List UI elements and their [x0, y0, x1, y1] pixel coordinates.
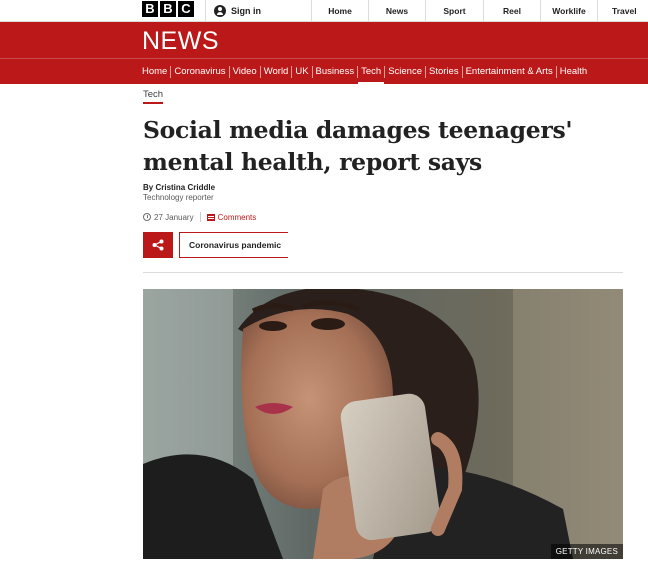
user-icon: [214, 5, 226, 17]
top-nav-travel[interactable]: Travel: [597, 0, 648, 22]
section-science[interactable]: Science: [385, 59, 425, 85]
article-hero-image: GETTY IMAGES: [143, 289, 623, 559]
headline-line-2: mental health, report says: [143, 148, 482, 176]
image-credit: GETTY IMAGES: [550, 544, 623, 559]
publish-date: 27 January: [154, 212, 194, 222]
comment-icon[interactable]: [206, 213, 215, 221]
logo-letter-b1: B: [142, 1, 158, 17]
top-nav-sport[interactable]: Sport: [425, 0, 483, 22]
section-tech[interactable]: Tech: [358, 59, 385, 85]
section-video[interactable]: Video: [230, 59, 260, 85]
top-nav-reel[interactable]: Reel: [483, 0, 540, 22]
section-health[interactable]: Health: [557, 59, 590, 85]
bbc-logo[interactable]: B B C: [142, 1, 194, 17]
article-meta: 27 January Comments: [143, 212, 256, 222]
meta-divider: [199, 212, 201, 222]
section-world[interactable]: World: [261, 59, 292, 85]
author-role: Technology reporter: [143, 193, 214, 202]
section-business[interactable]: Business: [313, 59, 358, 85]
top-nav-home[interactable]: Home: [311, 0, 368, 22]
bbc-masthead: B B C Sign in Home News Sport Reel Workl…: [0, 0, 648, 22]
news-logo[interactable]: NEWS: [142, 27, 219, 55]
article-section-tag[interactable]: Tech: [143, 89, 164, 104]
share-icon: [152, 239, 164, 251]
share-button[interactable]: [143, 232, 173, 258]
news-banner: NEWS: [0, 22, 648, 58]
author-byline: By Cristina Criddle: [143, 183, 216, 192]
topic-button[interactable]: Coronavirus pandemic: [179, 232, 288, 258]
teenager-phone-photo: [143, 289, 623, 559]
sign-in-link[interactable]: Sign in: [205, 0, 311, 22]
section-entertainment-arts[interactable]: Entertainment & Arts: [463, 59, 556, 85]
section-nav: Home Coronavirus Video World UK Business…: [0, 58, 648, 85]
logo-letter-b2: B: [160, 1, 176, 17]
section-stories[interactable]: Stories: [426, 59, 462, 85]
article-headline: Social media damages teenagers' mental h…: [143, 114, 623, 178]
clock-icon: [143, 213, 151, 221]
section-coronavirus[interactable]: Coronavirus: [171, 59, 228, 85]
comments-link[interactable]: Comments: [218, 213, 257, 222]
section-uk[interactable]: UK: [292, 59, 311, 85]
sign-in-label: Sign in: [231, 6, 261, 16]
section-home[interactable]: Home: [139, 59, 170, 85]
top-nav: Home News Sport Reel Worklife Travel: [311, 0, 648, 22]
logo-letter-c: C: [178, 1, 194, 17]
top-nav-worklife[interactable]: Worklife: [540, 0, 597, 22]
top-nav-news[interactable]: News: [368, 0, 425, 22]
content-divider: [143, 272, 623, 273]
headline-line-1: Social media damages teenagers': [143, 116, 573, 144]
